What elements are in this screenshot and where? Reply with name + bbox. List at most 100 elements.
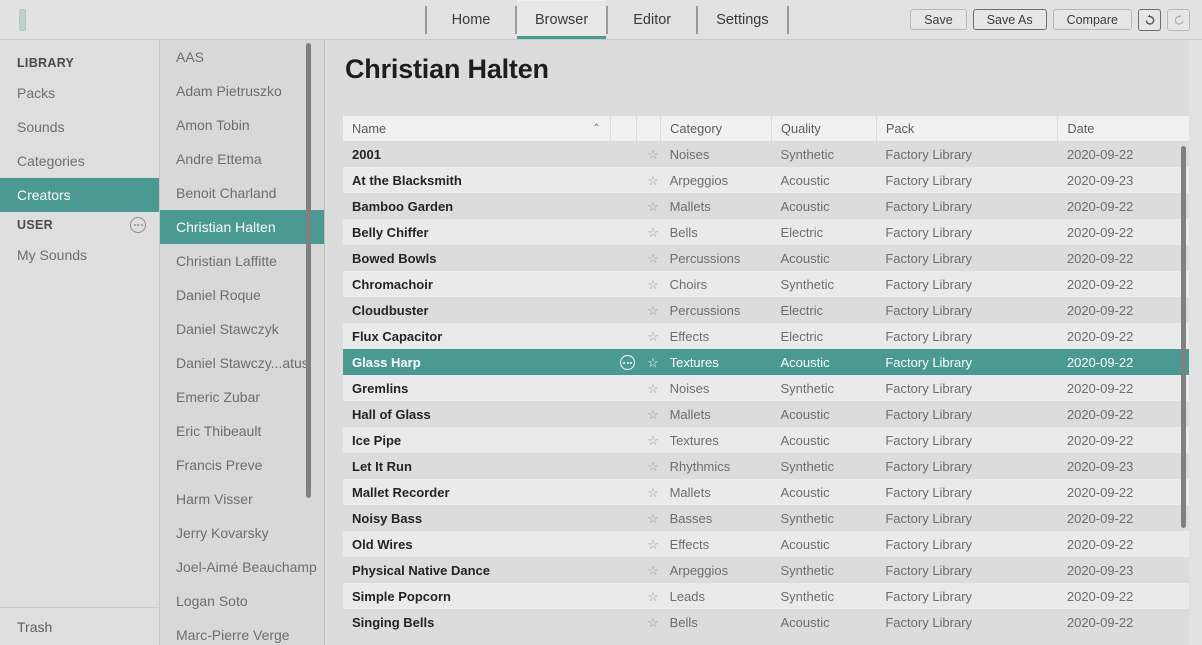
table-row[interactable]: At the Blacksmith ☆ Arpeggios Acoustic Facto… [343,167,1189,193]
creator-list-item[interactable]: Harm Visser [160,482,324,516]
cell-favorite[interactable]: ☆ [636,505,660,531]
star-icon[interactable]: ☆ [647,563,659,578]
star-icon[interactable]: ☆ [647,355,659,370]
table-row[interactable]: Flux Capacitor ☆ Effects Electric Factory Li… [343,323,1189,349]
cell-favorite[interactable]: ☆ [636,219,660,245]
table-row[interactable]: Glass Harp ☆ Textures Acoustic Factory Libra… [343,349,1189,375]
star-icon[interactable]: ☆ [647,433,659,448]
star-icon[interactable]: ☆ [647,303,659,318]
creator-list-item[interactable]: Francis Preve [160,448,324,482]
column-header-category[interactable]: Category [660,116,772,141]
creator-list-item[interactable]: Jerry Kovarsky [160,516,324,550]
cell-favorite[interactable]: ☆ [636,271,660,297]
table-row[interactable]: Bamboo Garden ☆ Mallets Acoustic Factory Lib… [343,193,1189,219]
more-options-icon[interactable] [130,217,146,233]
star-icon[interactable]: ☆ [647,485,659,500]
creator-list-item[interactable]: Benoit Charland [160,176,324,210]
cell-favorite[interactable]: ☆ [636,167,660,193]
cell-favorite[interactable]: ☆ [636,401,660,427]
tab-settings[interactable]: Settings [698,0,786,39]
sidebar-item-packs[interactable]: Packs [0,76,159,110]
star-icon[interactable]: ☆ [647,173,659,188]
star-icon[interactable]: ☆ [647,589,659,604]
sidebar-item-categories[interactable]: Categories [0,144,159,178]
cell-favorite[interactable]: ☆ [636,479,660,505]
creator-list-item[interactable]: Christian Laffitte [160,244,324,278]
star-icon[interactable]: ☆ [647,511,659,526]
table-row[interactable]: Hall of Glass ☆ Mallets Acoustic Factory Lib… [343,401,1189,427]
cell-favorite[interactable]: ☆ [636,245,660,271]
star-icon[interactable]: ☆ [647,199,659,214]
table-row[interactable]: Simple Popcorn ☆ Leads Synthetic Factory Lib… [343,583,1189,609]
tab-browser[interactable]: Browser [517,0,607,39]
star-icon[interactable]: ☆ [647,615,659,630]
save-as-button[interactable]: Save As [972,9,1047,30]
cell-favorite[interactable]: ☆ [636,557,660,583]
table-row[interactable]: Chromachoir ☆ Choirs Synthetic Factory Libra… [343,271,1189,297]
creator-list-item[interactable]: Emeric Zubar [160,380,324,414]
cell-favorite[interactable]: ☆ [636,583,660,609]
tab-home[interactable]: Home [427,0,515,39]
creator-list-item[interactable]: Adam Pietruszko [160,74,324,108]
cell-favorite[interactable]: ☆ [636,193,660,219]
table-row[interactable]: Ice Pipe ☆ Textures Acoustic Factory Library… [343,427,1189,453]
table-row[interactable]: 2001 ☆ Noises Synthetic Factory Library 2020-… [343,141,1189,167]
star-icon[interactable]: ☆ [647,381,659,396]
cell-row-menu[interactable] [610,349,636,375]
table-row[interactable]: Physical Native Dance ☆ Arpeggios Synthetic… [343,557,1189,583]
cell-favorite[interactable]: ☆ [636,453,660,479]
sidebar-item-sounds[interactable]: Sounds [0,110,159,144]
table-row[interactable]: Bowed Bowls ☆ Percussions Acoustic Factory L… [343,245,1189,271]
table-row[interactable]: Belly Chiffer ☆ Bells Electric Factory Libra… [343,219,1189,245]
redo-button[interactable] [1167,8,1190,31]
creator-list-item[interactable]: Christian Halten [160,210,324,244]
table-row[interactable]: Old Wires ☆ Effects Acoustic Factory Library… [343,531,1189,557]
creator-list-item[interactable]: Joel-Aimé Beauchamp [160,550,324,584]
star-icon[interactable]: ☆ [647,277,659,292]
star-icon[interactable]: ☆ [647,225,659,240]
column-header-pack[interactable]: Pack [876,116,1059,141]
star-icon[interactable]: ☆ [647,407,659,422]
table-row[interactable]: Let It Run ☆ Rhythmics Synthetic Factory Lib… [343,453,1189,479]
creator-list-item[interactable]: Logan Soto [160,584,324,618]
cell-favorite[interactable]: ☆ [636,323,660,349]
table-row[interactable]: Mallet Recorder ☆ Mallets Acoustic Factory L… [343,479,1189,505]
star-icon[interactable]: ☆ [647,459,659,474]
undo-button[interactable] [1138,8,1161,31]
save-button[interactable]: Save [910,9,967,30]
table-row[interactable]: Singing Bells ☆ Bells Acoustic Factory Libra… [343,609,1189,635]
table-row[interactable]: Cloudbuster ☆ Percussions Electric Factory L… [343,297,1189,323]
cell-favorite[interactable]: ☆ [636,427,660,453]
table-row[interactable]: Noisy Bass ☆ Basses Synthetic Factory Librar… [343,505,1189,531]
compare-button[interactable]: Compare [1052,9,1132,30]
creators-list[interactable]: AAS Adam Pietruszko Amon Tobin Andre Ettema… [160,40,325,645]
sidebar-item-my-sounds[interactable]: My Sounds [0,238,159,272]
creator-list-item[interactable]: Daniel Stawczy...atus [160,346,324,380]
column-header-date[interactable]: Date [1057,116,1189,141]
more-options-icon[interactable] [620,355,636,371]
cell-favorite[interactable]: ☆ [636,375,660,401]
table-row[interactable]: Gremlins ☆ Noises Synthetic Factory Library 2… [343,375,1189,401]
column-header-quality[interactable]: Quality [771,116,877,141]
star-icon[interactable]: ☆ [647,147,659,162]
column-header-name[interactable]: Name ⌃ [343,116,611,141]
sidebar-item-creators[interactable]: Creators [0,178,159,212]
creator-list-item[interactable]: Daniel Roque [160,278,324,312]
tab-editor[interactable]: Editor [608,0,696,39]
star-icon[interactable]: ☆ [647,251,659,266]
creators-scrollbar[interactable] [306,43,311,498]
creator-list-item[interactable]: Marc-Pierre Verge [160,618,324,645]
star-icon[interactable]: ☆ [647,537,659,552]
creator-list-item[interactable]: Daniel Stawczyk [160,312,324,346]
sidebar-item-trash[interactable]: Trash [0,607,159,645]
cell-favorite[interactable]: ☆ [636,609,660,635]
cell-favorite[interactable]: ☆ [636,531,660,557]
creator-list-item[interactable]: Amon Tobin [160,108,324,142]
cell-favorite[interactable]: ☆ [636,141,660,167]
creator-list-item[interactable]: Andre Ettema [160,142,324,176]
table-scrollbar[interactable] [1181,146,1186,528]
creator-list-item[interactable]: Eric Thibeault [160,414,324,448]
creator-list-item[interactable]: AAS [160,40,324,74]
star-icon[interactable]: ☆ [647,329,659,344]
cell-favorite[interactable]: ☆ [636,297,660,323]
